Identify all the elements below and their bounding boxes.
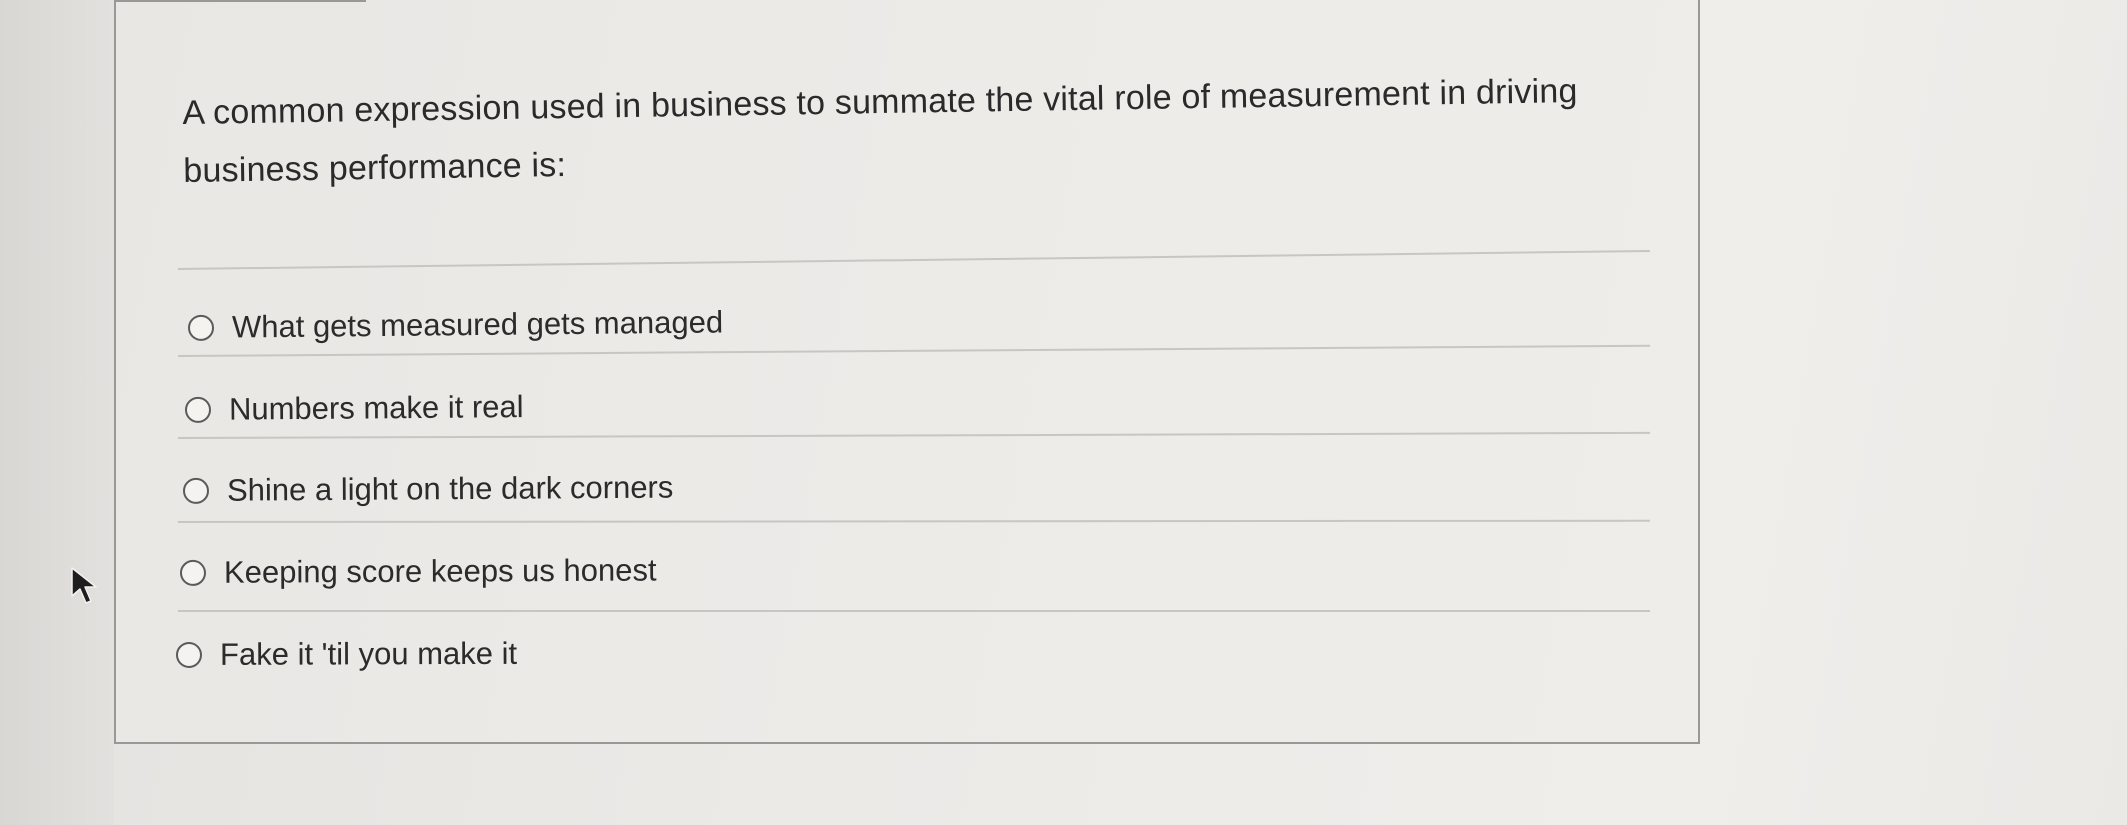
answer-option-label[interactable]: What gets measured gets managed: [232, 304, 723, 345]
answer-option-3[interactable]: Shine a light on the dark corners: [182, 470, 674, 509]
radio-button-icon[interactable]: [184, 396, 212, 423]
answer-option-1[interactable]: What gets measured gets managed: [187, 304, 723, 346]
question-text: A common expression used in business to …: [182, 72, 1578, 190]
answer-option-2[interactable]: Numbers make it real: [184, 389, 524, 428]
answer-option-label[interactable]: Shine a light on the dark corners: [227, 470, 674, 509]
answer-option-label[interactable]: Keeping score keeps us honest: [224, 553, 657, 591]
radio-button-icon[interactable]: [179, 559, 207, 586]
radio-button-icon[interactable]: [175, 641, 203, 668]
answer-option-5[interactable]: Fake it 'til you make it: [175, 636, 517, 673]
option-divider: [177, 344, 1650, 357]
question-card: A common expression used in business to …: [114, 0, 1700, 744]
radio-button-icon[interactable]: [182, 477, 210, 504]
option-divider: [177, 519, 1651, 523]
mouse-pointer-icon: [71, 567, 97, 604]
answer-option-label[interactable]: Fake it 'til you make it: [220, 636, 517, 673]
background-left-shade: [0, 0, 114, 825]
answer-option-4[interactable]: Keeping score keeps us honest: [179, 553, 657, 591]
option-divider: [177, 431, 1650, 439]
radio-button-icon[interactable]: [187, 314, 215, 341]
answer-option-label[interactable]: Numbers make it real: [229, 389, 524, 428]
question-divider: [177, 250, 1650, 270]
option-divider: [178, 610, 1650, 612]
card-top-edge: [116, 0, 366, 2]
